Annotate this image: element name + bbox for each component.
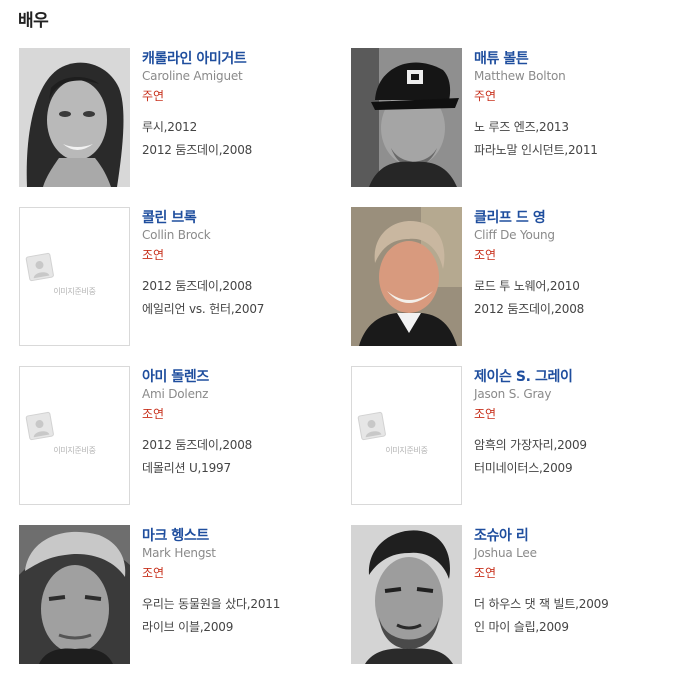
- filmography-item[interactable]: 노 루즈 엔즈,2013: [474, 118, 569, 135]
- actor-name[interactable]: 캐롤라인 아미거트: [142, 48, 247, 68]
- man-cap-portrait-image: [351, 48, 462, 187]
- filmography-item[interactable]: 암흑의 가장자리,2009: [474, 436, 587, 453]
- section-title: 배우: [18, 11, 49, 31]
- no-image-icon: [357, 411, 386, 441]
- placeholder-content: 이미지준비중: [20, 411, 129, 456]
- actor-card: 클리프 드 영 Cliff De Young 조연 로드 투 노웨어,2010 …: [351, 207, 671, 349]
- actor-name[interactable]: 조슈아 리: [474, 525, 529, 545]
- placeholder-text: 이미지준비중: [385, 446, 428, 455]
- actor-role: 조연: [474, 248, 497, 262]
- actor-role: 조연: [142, 407, 165, 421]
- actor-photo-placeholder[interactable]: 이미지준비중: [19, 366, 130, 505]
- actor-card: 이미지준비중 콜린 브록 Collin Brock 조연 2012 둠즈데이,2…: [19, 207, 339, 349]
- man-color-portrait-image: [351, 207, 462, 346]
- actor-english-name: Joshua Lee: [474, 546, 537, 560]
- no-image-icon: [25, 411, 54, 441]
- actor-role: 주연: [142, 89, 165, 103]
- actor-name[interactable]: 매튜 볼튼: [474, 48, 529, 68]
- actor-name[interactable]: 클리프 드 영: [474, 207, 546, 227]
- filmography-item[interactable]: 파라노말 인시던트,2011: [474, 141, 598, 158]
- actor-photo[interactable]: [351, 48, 462, 187]
- actor-english-name: Mark Hengst: [142, 546, 216, 560]
- actor-card: 매튜 볼튼 Matthew Bolton 주연 노 루즈 엔즈,2013 파라노…: [351, 48, 671, 190]
- actor-card: 마크 헹스트 Mark Hengst 조연 우리는 동물원을 샀다,2011 라…: [19, 525, 339, 667]
- actor-english-name: Jason S. Gray: [474, 387, 552, 401]
- actor-card: 캐롤라인 아미거트 Caroline Amiguet 주연 루시,2012 20…: [19, 48, 339, 190]
- filmography-item[interactable]: 더 하우스 댓 잭 빌트,2009: [474, 595, 609, 612]
- filmography-item[interactable]: 우리는 동물원을 샀다,2011: [142, 595, 280, 612]
- actor-role: 조연: [474, 407, 497, 421]
- filmography-item[interactable]: 2012 둠즈데이,2008: [142, 436, 252, 453]
- actor-role: 조연: [474, 566, 497, 580]
- actor-photo[interactable]: [19, 48, 130, 187]
- filmography-item[interactable]: 2012 둠즈데이,2008: [142, 141, 252, 158]
- placeholder-content: 이미지준비중: [352, 411, 461, 456]
- filmography-item[interactable]: 2012 둠즈데이,2008: [142, 277, 252, 294]
- man-bw-portrait-2-image: [351, 525, 462, 664]
- woman-portrait-image: [19, 48, 130, 187]
- filmography-item[interactable]: 로드 투 노웨어,2010: [474, 277, 580, 294]
- actor-card: 이미지준비중 제이슨 S. 그레이 Jason S. Gray 조연 암흑의 가…: [351, 366, 671, 508]
- man-bw-portrait-image: [19, 525, 130, 664]
- no-image-icon: [25, 252, 54, 282]
- actor-photo-placeholder[interactable]: 이미지준비중: [19, 207, 130, 346]
- filmography-item[interactable]: 라이브 이블,2009: [142, 618, 233, 635]
- actor-english-name: Matthew Bolton: [474, 69, 566, 83]
- actor-photo[interactable]: [19, 525, 130, 664]
- placeholder-content: 이미지준비중: [20, 252, 129, 297]
- actor-english-name: Ami Dolenz: [142, 387, 209, 401]
- actor-role: 조연: [142, 566, 165, 580]
- actor-english-name: Cliff De Young: [474, 228, 555, 242]
- actor-name[interactable]: 제이슨 S. 그레이: [474, 366, 573, 386]
- filmography-item[interactable]: 루시,2012: [142, 118, 197, 135]
- actor-role: 조연: [142, 248, 165, 262]
- actor-photo[interactable]: [351, 207, 462, 346]
- actor-role: 주연: [474, 89, 497, 103]
- placeholder-text: 이미지준비중: [53, 446, 96, 455]
- actor-name[interactable]: 아미 돌렌즈: [142, 366, 209, 386]
- actor-english-name: Collin Brock: [142, 228, 211, 242]
- actor-photo[interactable]: [351, 525, 462, 664]
- filmography-item[interactable]: 터미네이터스,2009: [474, 459, 573, 476]
- filmography-item[interactable]: 에일리언 vs. 헌터,2007: [142, 300, 264, 317]
- actor-card: 이미지준비중 아미 돌렌즈 Ami Dolenz 조연 2012 둠즈데이,20…: [19, 366, 339, 508]
- filmography-item[interactable]: 2012 둠즈데이,2008: [474, 300, 584, 317]
- actor-name[interactable]: 마크 헹스트: [142, 525, 209, 545]
- actor-english-name: Caroline Amiguet: [142, 69, 243, 83]
- filmography-item[interactable]: 인 마이 슬립,2009: [474, 618, 569, 635]
- filmography-item[interactable]: 데몰리션 U,1997: [142, 459, 231, 476]
- actor-photo-placeholder[interactable]: 이미지준비중: [351, 366, 462, 505]
- actor-card: 조슈아 리 Joshua Lee 조연 더 하우스 댓 잭 빌트,2009 인 …: [351, 525, 671, 667]
- actor-name[interactable]: 콜린 브록: [142, 207, 197, 227]
- placeholder-text: 이미지준비중: [53, 287, 96, 296]
